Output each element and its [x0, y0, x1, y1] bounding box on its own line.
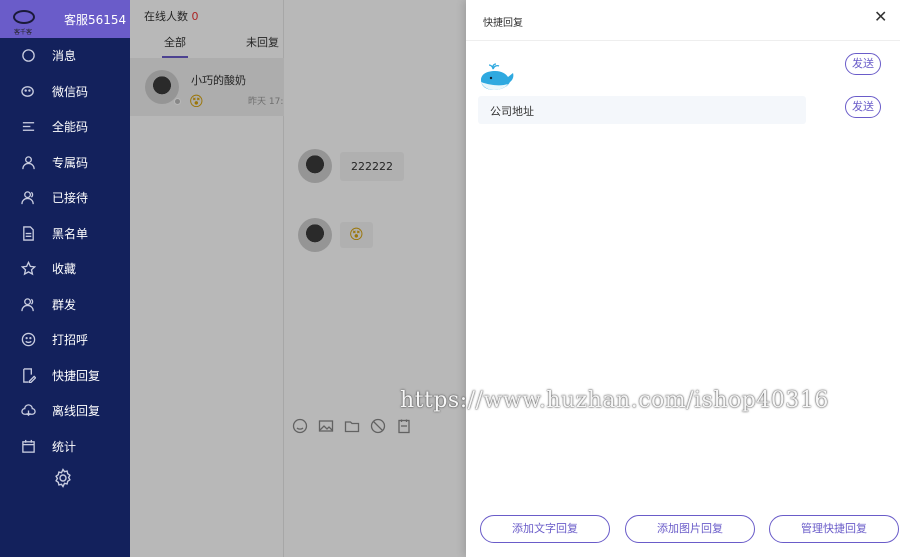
- star-icon: [20, 261, 36, 277]
- sidebar-item-label: 离线回复: [52, 404, 101, 419]
- message-icon: [20, 48, 36, 64]
- agent-name[interactable]: 客服56154: [64, 11, 126, 28]
- online-number: 0: [191, 10, 199, 23]
- sidebar-item-greeting[interactable]: 打招呼: [0, 322, 130, 358]
- sidebar-item-messages[interactable]: 消息: [0, 38, 130, 74]
- list-icon: [20, 119, 36, 135]
- group-icon: [20, 296, 36, 312]
- sidebar-item-label: 已接待: [52, 191, 89, 206]
- sidebar-item-label: 专属码: [52, 155, 89, 170]
- sidebar-header: 客千客 客服56154: [0, 0, 130, 38]
- edit-icon: [20, 367, 36, 383]
- add-image-reply-button[interactable]: 添加图片回复: [625, 515, 755, 543]
- contact-name: 小巧的酸奶: [191, 74, 246, 87]
- image-icon[interactable]: [318, 418, 334, 437]
- sidebar-item-label: 打招呼: [52, 333, 89, 348]
- online-count: 在线人数 0: [144, 8, 199, 24]
- avatar: [298, 149, 332, 183]
- message-bubble: 222222: [340, 151, 404, 181]
- cloud-icon: [20, 403, 36, 419]
- sidebar-item-exclusive-code[interactable]: 专属码: [0, 145, 130, 181]
- sidebar-item-label: 收藏: [52, 262, 77, 277]
- avatar: [298, 218, 332, 252]
- wechat-icon: [20, 83, 36, 99]
- conversation-panel: 在线人数 0 全部 未回复 小巧的酸奶 😵 昨天 17:1: [130, 0, 289, 557]
- quick-reply-drawer: 快捷回复 ✕ 公司地址 发送 发送 添加文字回复 添加图片回复 管理快捷回复: [466, 0, 900, 557]
- logo-icon: [13, 10, 35, 24]
- chat-message: 222222: [298, 149, 404, 183]
- drawer-title: 快捷回复: [483, 18, 523, 29]
- sidebar-item-label: 消息: [52, 49, 77, 64]
- add-text-reply-button[interactable]: 添加文字回复: [480, 515, 610, 543]
- sidebar-item-offline-reply[interactable]: 离线回复: [0, 393, 130, 429]
- sidebar-item-wechat-code[interactable]: 微信码: [0, 74, 130, 110]
- tab-all[interactable]: 全部: [162, 34, 188, 58]
- sidebar-item-label: 微信码: [52, 84, 89, 99]
- calendar-icon: [20, 438, 36, 454]
- whale-image: [481, 63, 514, 90]
- sidebar-item-statistics[interactable]: 统计: [0, 429, 130, 465]
- close-icon[interactable]: ✕: [874, 9, 887, 25]
- clipboard-icon[interactable]: [396, 418, 412, 437]
- status-dot: [174, 98, 181, 105]
- block-icon[interactable]: [370, 418, 386, 437]
- sidebar-item-favorites[interactable]: 收藏: [0, 251, 130, 287]
- sidebar: 客千客 客服56154 消息 微信码 全能码 专属码 已接待 黑名单 收藏 群发…: [0, 0, 130, 557]
- message-preview: 😵: [189, 94, 204, 110]
- folder-icon[interactable]: [344, 418, 360, 437]
- online-label: 在线人数: [144, 10, 188, 23]
- logo-text: 客千客: [14, 29, 33, 36]
- tab-unreplied[interactable]: 未回复: [246, 34, 279, 50]
- gear-icon[interactable]: [53, 468, 73, 488]
- sidebar-item-label: 全能码: [52, 120, 89, 135]
- sidebar-item-label: 黑名单: [52, 226, 89, 241]
- divider: [466, 40, 900, 41]
- chat-toolbar: [292, 418, 412, 437]
- sidebar-item-blacklist[interactable]: 黑名单: [0, 216, 130, 252]
- sidebar-menu: 消息 微信码 全能码 专属码 已接待 黑名单 收藏 群发 打招呼 快捷回复 离线…: [0, 38, 130, 464]
- timestamp: 昨天 17:1: [248, 97, 290, 107]
- sidebar-item-broadcast[interactable]: 群发: [0, 287, 130, 323]
- quick-reply-text-item[interactable]: 公司地址: [478, 96, 806, 124]
- logo: 客千客: [0, 0, 48, 38]
- chat-message: 😵: [298, 218, 373, 252]
- sidebar-item-label: 统计: [52, 439, 77, 454]
- sidebar-item-label: 群发: [52, 297, 77, 312]
- smile-icon: [20, 332, 36, 348]
- sidebar-item-quick-reply[interactable]: 快捷回复: [0, 358, 130, 394]
- manage-quick-reply-button[interactable]: 管理快捷回复: [769, 515, 899, 543]
- emoji-icon[interactable]: [292, 418, 308, 437]
- sidebar-item-received[interactable]: 已接待: [0, 180, 130, 216]
- send-button[interactable]: 发送: [845, 96, 881, 118]
- chat-panel: 222222 😵: [284, 0, 466, 557]
- sidebar-item-label: 快捷回复: [52, 368, 101, 383]
- users-icon: [20, 190, 36, 206]
- document-icon: [20, 225, 36, 241]
- sidebar-item-universal-code[interactable]: 全能码: [0, 109, 130, 145]
- user-icon: [20, 154, 36, 170]
- conversation-tabs: 全部 未回复: [130, 34, 284, 58]
- message-bubble: 😵: [340, 222, 373, 248]
- send-button[interactable]: 发送: [845, 53, 881, 75]
- conversation-item[interactable]: 小巧的酸奶 😵 昨天 17:1: [130, 58, 289, 116]
